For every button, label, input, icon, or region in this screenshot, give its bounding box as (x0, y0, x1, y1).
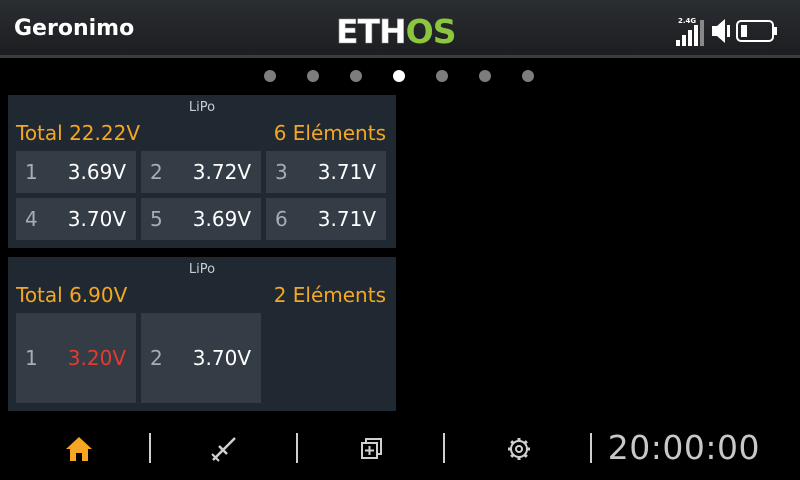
cell-voltage: 3.70V (67, 207, 126, 231)
cell-voltage: 3.69V (192, 207, 251, 231)
page-dot[interactable] (479, 70, 491, 82)
model-setup-icon[interactable] (209, 434, 239, 464)
cell-voltage: 3.69V (67, 160, 126, 184)
lipo-widget-1[interactable]: LiPo Total 22.22V 6 Eléments 1 3.69V 2 3.72… (8, 95, 396, 248)
cell-voltage: 3.71V (317, 160, 376, 184)
clock: 20:00:00 (607, 428, 760, 467)
cell-number: 5 (150, 207, 163, 231)
cell-voltage: 3.20V (67, 346, 126, 370)
cell-number: 1 (25, 346, 38, 370)
nav-separator (149, 433, 151, 463)
header-divider (0, 55, 800, 58)
ethos-logo: ETHOS (336, 12, 457, 48)
model-name[interactable]: Geronimo (14, 16, 134, 41)
total-voltage: Total 22.22V (16, 121, 141, 145)
logo-part-os: OS (406, 12, 456, 48)
cell-number: 2 (150, 346, 163, 370)
cell-tile: 2 3.72V (141, 151, 261, 193)
total-voltage: Total 6.90V (16, 283, 128, 307)
widget-sensor-type: LiPo (188, 262, 216, 277)
lipo-widget-2[interactable]: LiPo Total 6.90V 2 Eléments 1 3.20V 2 3.70V (8, 257, 396, 411)
home-icon[interactable] (64, 434, 94, 464)
widget-sensor-type: LiPo (188, 100, 216, 115)
radio-band-label: 2.4G (678, 17, 696, 25)
status-icons[interactable]: 2.4G (676, 14, 786, 48)
battery-icon (736, 20, 777, 42)
cell-count: 2 Eléments (273, 283, 386, 307)
volume-icon (712, 19, 730, 43)
logo-part-eth: ETH (336, 12, 406, 48)
cell-tile: 3 3.71V (266, 151, 386, 193)
page-dot[interactable] (393, 70, 405, 82)
cell-voltage: 3.72V (192, 160, 251, 184)
page-dot[interactable] (436, 70, 448, 82)
page-dot[interactable] (264, 70, 276, 82)
cell-number: 2 (150, 160, 163, 184)
signal-strength-icon: 2.4G (676, 17, 704, 46)
cell-number: 6 (275, 207, 288, 231)
cell-number: 1 (25, 160, 38, 184)
cell-tile: 4 3.70V (16, 198, 136, 240)
cell-voltage: 3.71V (317, 207, 376, 231)
bottom-nav-bar: 20:00:00 (0, 418, 800, 480)
cell-number: 4 (25, 207, 38, 231)
page-dot[interactable] (350, 70, 362, 82)
top-bar: Geronimo ETHOS 2.4G (0, 0, 800, 58)
system-settings-icon[interactable] (504, 434, 534, 464)
nav-separator (443, 433, 445, 463)
cell-count: 6 Eléments (273, 121, 386, 145)
svg-text:ETHOS: ETHOS (336, 12, 456, 48)
cell-tile: 1 3.20V (16, 313, 136, 403)
nav-separator (296, 433, 298, 463)
nav-separator (590, 433, 592, 463)
page-dot[interactable] (307, 70, 319, 82)
cell-tile: 1 3.69V (16, 151, 136, 193)
cell-tile: 2 3.70V (141, 313, 261, 403)
cell-number: 3 (275, 160, 288, 184)
cell-tile: 5 3.69V (141, 198, 261, 240)
cell-voltage: 3.70V (192, 346, 251, 370)
page-indicator[interactable] (0, 68, 800, 84)
page-dot[interactable] (522, 70, 534, 82)
widget-config-icon[interactable] (357, 434, 387, 464)
cell-tile: 6 3.71V (266, 198, 386, 240)
